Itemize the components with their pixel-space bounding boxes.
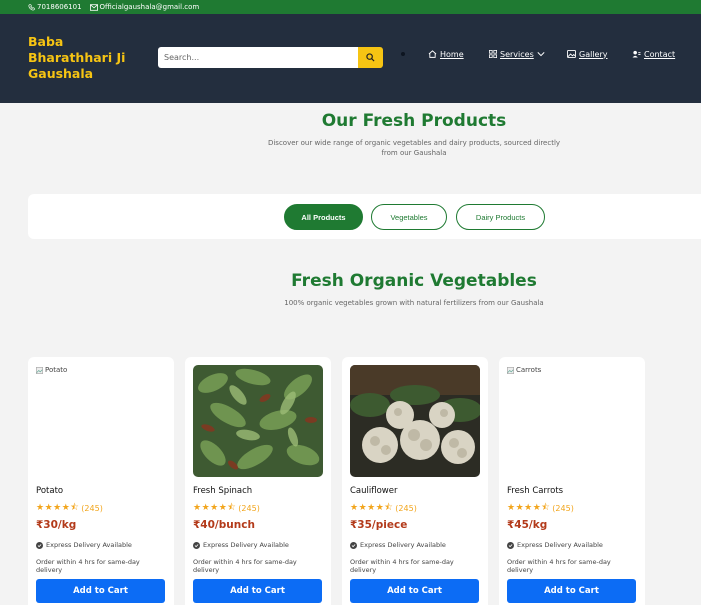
category-filter-bar: All Products Vegetables Dairy Products — [28, 194, 701, 239]
star-rating-icon: ★★★★⯪ — [36, 503, 80, 513]
check-circle-icon — [507, 541, 514, 549]
nav-home[interactable]: Home — [428, 47, 464, 61]
section-subtitle: 100% organic vegetables grown with natur… — [284, 299, 544, 307]
search-button[interactable] — [358, 47, 383, 68]
page-subtitle-line: from our Gaushala — [381, 149, 447, 157]
order-note: Order within 4 hrs for same-day delivery — [36, 558, 140, 574]
product-price: ₹45/kg — [507, 519, 548, 531]
add-to-cart-button[interactable]: Add to Cart — [350, 579, 479, 603]
delivery-info: Express Delivery Available — [350, 541, 446, 549]
phone-number: 7018606101 — [37, 3, 82, 11]
nav-contact-label: Contact — [644, 49, 676, 59]
nav-gallery[interactable]: Gallery — [567, 47, 608, 61]
broken-image: Carrots — [507, 366, 541, 374]
search-input[interactable] — [158, 47, 358, 68]
broken-image-icon — [36, 366, 43, 374]
check-circle-icon — [193, 541, 200, 549]
page-subtitle-line: Discover our wide range of organic veget… — [267, 139, 561, 147]
page-title: Our Fresh Products — [321, 111, 507, 131]
filter-all-products[interactable]: All Products — [284, 204, 363, 230]
review-count: (245) — [395, 503, 417, 513]
product-rating: ★★★★⯪ (245) — [193, 500, 260, 516]
product-name: Fresh Carrots — [507, 486, 564, 496]
review-count: (245) — [552, 503, 574, 513]
product-image-spinach[interactable] — [193, 365, 323, 477]
star-rating-icon: ★★★★⯪ — [350, 503, 394, 513]
star-rating-icon: ★★★★⯪ — [507, 503, 551, 513]
top-bar: 7018606101 Officialgaushala@gmail.com — [0, 0, 701, 14]
nav-home-label: Home — [440, 49, 464, 59]
broken-image: Potato — [36, 366, 67, 374]
site-header: Baba Bharathhari Ji Gaushala Home Servic… — [0, 14, 701, 103]
image-alt-text: Carrots — [516, 366, 542, 374]
contact-icon — [632, 50, 641, 58]
brand-line: Bharathhari Ji — [28, 50, 126, 65]
product-card: Potato Potato ★★★★⯪ (245) ₹30/kg Express… — [28, 357, 174, 605]
delivery-info: Express Delivery Available — [36, 541, 132, 549]
add-to-cart-button[interactable]: Add to Cart — [36, 579, 165, 603]
page-subtitle: Discover our wide range of organic veget… — [247, 138, 581, 158]
product-card: Cauliflower ★★★★⯪ (245) ₹35/piece Expres… — [342, 357, 488, 605]
order-note: Order within 4 hrs for same-day delivery — [507, 558, 611, 574]
nav-services-label: Services — [500, 49, 534, 59]
phone-contact[interactable]: 7018606101 — [28, 3, 82, 11]
filter-vegetables[interactable]: Vegetables — [371, 204, 447, 230]
product-price: ₹35/piece — [350, 519, 408, 531]
email-contact[interactable]: Officialgaushala@gmail.com — [89, 3, 200, 11]
email-address: Officialgaushala@gmail.com — [99, 3, 200, 11]
image-alt-text: Potato — [45, 366, 68, 374]
delivery-label: Express Delivery Available — [203, 541, 289, 549]
product-rating: ★★★★⯪ (245) — [36, 500, 103, 516]
product-name: Fresh Spinach — [193, 486, 253, 496]
brand-line: Baba — [28, 34, 64, 49]
phone-icon — [28, 3, 35, 10]
product-card: Carrots Fresh Carrots ★★★★⯪ (245) ₹45/kg… — [499, 357, 645, 605]
delivery-label: Express Delivery Available — [46, 541, 132, 549]
check-circle-icon — [350, 541, 357, 549]
nav-contact[interactable]: Contact — [632, 47, 675, 61]
product-rating: ★★★★⯪ (245) — [507, 500, 574, 516]
product-name: Cauliflower — [350, 486, 398, 496]
section-title: Fresh Organic Vegetables — [291, 271, 537, 291]
search-bar — [158, 47, 383, 68]
add-to-cart-button[interactable]: Add to Cart — [507, 579, 636, 603]
brand-logo[interactable]: Baba Bharathhari Ji Gaushala — [28, 34, 148, 82]
delivery-info: Express Delivery Available — [193, 541, 289, 549]
order-note: Order within 4 hrs for same-day delivery — [193, 558, 297, 574]
review-count: (245) — [238, 503, 260, 513]
broken-image-icon — [507, 366, 514, 374]
nav-gallery-label: Gallery — [579, 49, 608, 59]
star-rating-icon: ★★★★⯪ — [193, 503, 237, 513]
product-name: Potato — [36, 486, 64, 496]
product-image-cauliflower[interactable] — [350, 365, 480, 477]
product-rating: ★★★★⯪ (245) — [350, 500, 417, 516]
product-price: ₹30/kg — [36, 519, 77, 531]
add-to-cart-button[interactable]: Add to Cart — [193, 579, 322, 603]
image-icon — [567, 50, 576, 58]
product-price: ₹40/bunch — [193, 519, 255, 531]
review-count: (245) — [81, 503, 103, 513]
order-note: Order within 4 hrs for same-day delivery — [350, 558, 454, 574]
nav-services[interactable]: Services — [489, 47, 545, 61]
chevron-down-icon — [537, 52, 545, 57]
home-icon — [428, 50, 437, 58]
separator-dot — [401, 52, 405, 56]
search-icon — [366, 53, 375, 62]
brand-line: Gaushala — [28, 66, 94, 81]
delivery-label: Express Delivery Available — [360, 541, 446, 549]
filter-dairy-products[interactable]: Dairy Products — [456, 204, 545, 230]
check-circle-icon — [36, 541, 43, 549]
grid-icon — [489, 50, 497, 58]
delivery-info: Express Delivery Available — [507, 541, 603, 549]
product-card: Fresh Spinach ★★★★⯪ (245) ₹40/bunch Expr… — [185, 357, 331, 605]
delivery-label: Express Delivery Available — [517, 541, 603, 549]
mail-icon — [89, 3, 98, 11]
